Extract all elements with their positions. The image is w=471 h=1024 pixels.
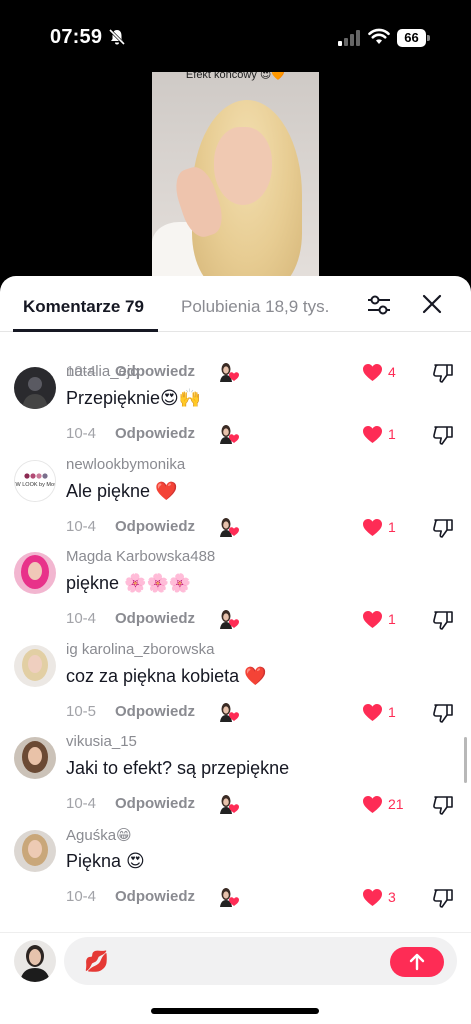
comment-list[interactable]: 10-4 Odpowiedz 4 natalia_ejc Przepięknie😍🙌 10… — [0, 333, 471, 933]
comment-composer: 💋 — [0, 932, 471, 1024]
comment-date: 10-5 — [66, 703, 97, 720]
comment-username[interactable]: vikusia_15 — [66, 733, 137, 750]
tab-bar: Komentarze 79 Polubienia 18,9 tys. — [0, 276, 471, 332]
tab-likes[interactable]: Polubienia 18,9 tys. — [181, 297, 329, 317]
comment-username[interactable]: Aguśka😁 — [66, 826, 132, 844]
comment-text: coz za piękna kobieta ❤️ — [66, 666, 267, 686]
comment-item: Aguśka😁 Piękna 😍 10-4 Odpowiedz 3 — [0, 826, 471, 918]
like-count: 1 — [388, 611, 396, 627]
comments-sheet: Komentarze 79 Polubienia 18,9 tys. 10-4 O… — [0, 276, 471, 1024]
comment-date: 10-4 — [66, 795, 97, 812]
comment-text: Przepięknie😍🙌 — [66, 388, 202, 408]
signal-icon — [338, 30, 360, 46]
comment-item: natalia_ejc Przepięknie😍🙌 10-4 Odpowiedz 1 — [0, 363, 471, 455]
commenter-avatar[interactable] — [14, 367, 56, 409]
comment-date: 10-4 — [66, 518, 97, 535]
like-count: 1 — [388, 426, 396, 442]
reply-button[interactable]: Odpowiedz — [115, 518, 195, 535]
battery-level: 66 — [397, 29, 426, 47]
comment-date: 10-4 — [66, 610, 97, 627]
comment-item: NEW LOOK by Monika newlookbymonika Ale pię… — [0, 456, 471, 548]
comment-username[interactable]: newlookbymonika — [66, 456, 185, 473]
creator-liked-icon — [220, 610, 239, 629]
reply-button[interactable]: Odpowiedz — [115, 795, 195, 812]
comment-text: Piękna 😍 — [66, 851, 145, 871]
bell-muted-icon — [108, 28, 126, 46]
tab-comments[interactable]: Komentarze 79 — [23, 297, 144, 317]
dislike-icon[interactable] — [432, 795, 454, 815]
like-count: 3 — [388, 889, 396, 905]
status-bar: 07:59 66 — [0, 0, 471, 72]
like-count: 1 — [388, 519, 396, 535]
heart-icon[interactable] — [362, 425, 383, 444]
dislike-icon[interactable] — [432, 888, 454, 908]
home-indicator[interactable] — [151, 1008, 319, 1014]
comment-text: piękne 🌸🌸🌸 — [66, 573, 192, 593]
comment-date: 10-4 — [66, 425, 97, 442]
arrow-up-icon — [409, 953, 425, 971]
like-count: 1 — [388, 704, 396, 720]
dislike-icon[interactable] — [432, 518, 454, 538]
comment-input[interactable]: 💋 — [64, 937, 457, 985]
creator-liked-icon — [220, 795, 239, 814]
comment-item: ig karolina_zborowskacoz za piękna kobie… — [0, 641, 471, 733]
video-caption: Efekt końcowy 😍🧡 — [185, 72, 286, 81]
like-count: 21 — [388, 796, 404, 812]
wifi-icon — [368, 28, 390, 44]
heart-icon[interactable] — [362, 610, 383, 629]
comment-item: Magda Karbowska488 piękne 🌸🌸🌸 10-4 Odpowied… — [0, 548, 471, 640]
send-button[interactable] — [390, 947, 444, 977]
close-icon[interactable] — [421, 293, 443, 315]
status-time: 07:59 — [50, 26, 103, 48]
comment-username[interactable]: ig karolina_zborowska — [66, 641, 214, 658]
video-preview[interactable]: Efekt końcowy 😍🧡 — [152, 72, 319, 282]
comment-text: Jaki to efekt? są przepiękne — [66, 758, 290, 778]
creator-liked-icon — [220, 518, 239, 537]
creator-liked-icon — [220, 888, 239, 907]
my-avatar — [14, 940, 56, 982]
commenter-avatar[interactable] — [14, 645, 56, 687]
lips-emoji-button[interactable]: 💋 — [84, 949, 109, 974]
creator-liked-icon — [220, 425, 239, 444]
reply-button[interactable]: Odpowiedz — [115, 703, 195, 720]
scrollbar[interactable] — [464, 737, 467, 783]
filter-icon[interactable] — [367, 293, 391, 317]
comment-username[interactable]: natalia_ejc — [66, 363, 138, 380]
avatar-logo-text: NEW LOOK by Monika — [15, 482, 56, 488]
commenter-avatar[interactable]: NEW LOOK by Monika — [14, 460, 56, 502]
heart-icon[interactable] — [362, 703, 383, 722]
comment-text: Ale piękne ❤️ — [66, 481, 178, 501]
dislike-icon[interactable] — [432, 703, 454, 723]
commenter-avatar[interactable] — [14, 830, 56, 872]
tab-underline — [13, 329, 158, 332]
creator-liked-icon — [220, 703, 239, 722]
commenter-avatar[interactable] — [14, 552, 56, 594]
heart-icon[interactable] — [362, 888, 383, 907]
heart-icon[interactable] — [362, 795, 383, 814]
heart-icon[interactable] — [362, 518, 383, 537]
reply-button[interactable]: Odpowiedz — [115, 425, 195, 442]
dislike-icon[interactable] — [432, 425, 454, 445]
reply-button[interactable]: Odpowiedz — [115, 888, 195, 905]
dislike-icon[interactable] — [432, 610, 454, 630]
comment-username[interactable]: Magda Karbowska488 — [66, 548, 215, 565]
battery-icon: 66 — [397, 29, 431, 47]
comment-item: vikusia_15 Jaki to efekt? są przepiękne 10… — [0, 733, 471, 825]
reply-button[interactable]: Odpowiedz — [115, 610, 195, 627]
commenter-avatar[interactable] — [14, 737, 56, 779]
comment-date: 10-4 — [66, 888, 97, 905]
